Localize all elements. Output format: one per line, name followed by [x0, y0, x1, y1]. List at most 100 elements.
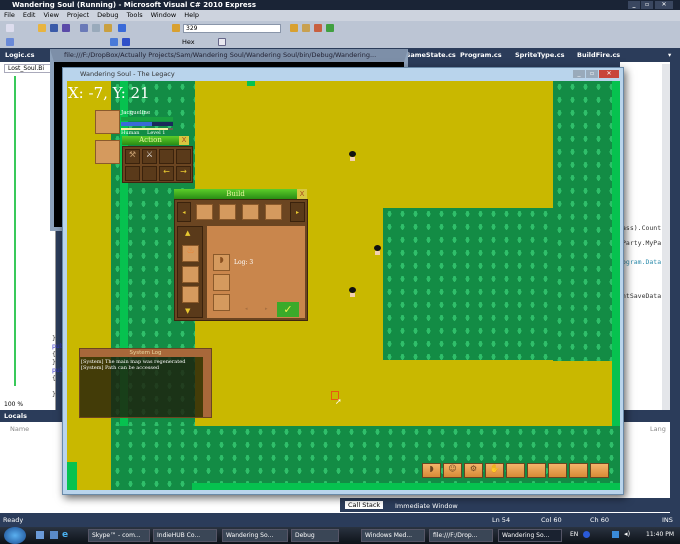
tab-overflow-icon[interactable]: ▾	[668, 51, 671, 59]
menu-project[interactable]: Project	[67, 11, 89, 19]
tab-logic-cs[interactable]: Logic.cs	[5, 51, 35, 59]
internet-explorer-icon[interactable]: e	[62, 530, 68, 540]
debug-window-icon[interactable]	[6, 38, 14, 46]
taskbar-console[interactable]: file:///F:/Drop...	[429, 529, 493, 542]
new-project-icon[interactable]	[6, 24, 14, 32]
clock[interactable]: 11:40 PM	[646, 531, 674, 538]
hotbar-slot[interactable]	[548, 463, 567, 478]
axe-action-slot[interactable]: ⚒	[125, 149, 140, 164]
menu-edit[interactable]: Edit	[23, 11, 36, 19]
hotbar-slot[interactable]: ✋	[485, 463, 504, 478]
build-close-button[interactable]: X	[297, 189, 307, 199]
properties-icon[interactable]	[302, 24, 310, 32]
hotbar-slot[interactable]	[590, 463, 609, 478]
log-scrollbar[interactable]	[203, 357, 211, 417]
page-prev-icon[interactable]: ◂	[245, 306, 248, 312]
find-combobox[interactable]: 329	[183, 24, 281, 33]
taskbar-windows-media[interactable]: Windows Med...	[361, 529, 425, 542]
hotbar-slot[interactable]	[506, 463, 525, 478]
code-editor-left[interactable]: Lost_Soul.Bi } publ { } publ { } 100 %	[0, 62, 68, 410]
zoom-dropdown[interactable]: 100 %	[4, 401, 23, 408]
action-slot[interactable]	[176, 149, 191, 164]
party-portrait[interactable]	[95, 140, 120, 164]
action-slot[interactable]	[142, 166, 157, 181]
npc-character[interactable]	[349, 151, 356, 161]
tab-immediate-window[interactable]: Immediate Window	[395, 502, 458, 510]
type-dropdown[interactable]: Lost_Soul.Bi	[4, 64, 54, 73]
lang-column[interactable]: Lang	[650, 425, 666, 433]
arrow-right-icon[interactable]: →	[176, 166, 191, 181]
hotbar-slot[interactable]	[569, 463, 588, 478]
network-tray-icon[interactable]	[612, 531, 619, 538]
page-next-icon[interactable]: ▸	[265, 306, 268, 312]
solution-explorer-icon[interactable]	[290, 24, 298, 32]
taskbar-debug[interactable]: Debug	[291, 529, 339, 542]
switch-windows-icon[interactable]	[50, 531, 58, 539]
minimize-button[interactable]: _	[628, 1, 640, 9]
undo-icon[interactable]	[118, 24, 126, 32]
sword-action-slot[interactable]: ⚔	[142, 149, 157, 164]
category-slot[interactable]	[219, 204, 236, 220]
save-all-icon[interactable]	[62, 24, 70, 32]
start-button[interactable]	[4, 527, 26, 544]
category-next-button[interactable]: ▸	[290, 202, 305, 222]
menu-tools[interactable]: Tools	[127, 11, 143, 19]
action-slot[interactable]	[125, 166, 140, 181]
hotbar-slot[interactable]	[527, 463, 546, 478]
volume-tray-icon[interactable]: ◂)	[624, 530, 630, 538]
category-prev-button[interactable]: ◂	[177, 202, 191, 222]
tab-buildfire-cs[interactable]: BuildFire.cs	[577, 51, 620, 59]
menu-window[interactable]: Window	[151, 11, 177, 19]
tab-gamestate-cs[interactable]: GameState.cs	[405, 51, 456, 59]
toolbox-icon[interactable]	[314, 24, 322, 32]
cut-icon[interactable]	[80, 24, 88, 32]
taskbar-wandering-soul-ide[interactable]: Wandering So...	[222, 529, 288, 542]
paste-icon[interactable]	[104, 24, 112, 32]
hex-toggle[interactable]: Hex	[182, 38, 195, 46]
confirm-build-button[interactable]: ✓	[277, 302, 299, 317]
copy-icon[interactable]	[92, 24, 100, 32]
scroll-down-icon[interactable]: ▼	[185, 307, 190, 315]
category-slot[interactable]	[196, 204, 213, 220]
build-window-title[interactable]: Build	[174, 189, 297, 199]
code-editor-right[interactable]: ass).Count) Party.MyPar ogram.Data.D ntS…	[620, 62, 670, 410]
build-item-slot[interactable]	[182, 266, 199, 283]
stop-icon[interactable]	[122, 38, 130, 46]
show-desktop-icon[interactable]	[36, 531, 44, 539]
build-item-slot[interactable]	[182, 286, 199, 303]
campfire-build-item[interactable]: ♨	[182, 245, 199, 262]
restore-button[interactable]: ▫	[641, 1, 653, 9]
tab-call-stack[interactable]: Call Stack	[345, 501, 384, 509]
menu-file[interactable]: File	[4, 11, 15, 19]
taskbar-wandering-soul-game[interactable]: Wandering So...	[498, 529, 562, 542]
menu-view[interactable]: View	[43, 11, 58, 19]
taskbar-skype[interactable]: Skype™ - com...	[88, 529, 150, 542]
tab-program-cs[interactable]: Program.cs	[460, 51, 502, 59]
help-tray-icon[interactable]	[583, 531, 590, 538]
save-icon[interactable]	[50, 24, 58, 32]
find-icon[interactable]	[172, 24, 180, 32]
breakpoints-icon[interactable]	[218, 38, 226, 46]
tab-spritetype-cs[interactable]: SpriteType.cs	[515, 51, 564, 59]
vertical-scrollbar[interactable]	[662, 64, 670, 410]
hotbar-slot[interactable]: ⚙	[464, 463, 483, 478]
menu-debug[interactable]: Debug	[97, 11, 118, 19]
taskbar-indiehub[interactable]: IndieHUB Co...	[153, 529, 217, 542]
start-page-icon[interactable]	[326, 24, 334, 32]
close-button[interactable]: ✕	[655, 1, 673, 9]
category-slot[interactable]	[242, 204, 259, 220]
npc-character[interactable]	[374, 245, 381, 255]
action-slot[interactable]	[159, 149, 174, 164]
game-minimize-button[interactable]: _	[573, 70, 585, 78]
scroll-up-icon[interactable]: ▲	[185, 229, 190, 237]
game-close-button[interactable]: ✕	[599, 70, 619, 78]
arrow-left-icon[interactable]: ←	[159, 166, 174, 181]
language-indicator[interactable]: EN	[570, 531, 578, 538]
category-slot[interactable]	[265, 204, 282, 220]
player-portrait[interactable]	[95, 110, 120, 134]
hotbar-slot[interactable]: ◗	[422, 463, 441, 478]
locals-name-column[interactable]: Name	[10, 425, 29, 433]
menu-help[interactable]: Help	[184, 11, 199, 19]
action-close-button[interactable]: X	[179, 136, 189, 145]
npc-character[interactable]	[349, 287, 356, 297]
